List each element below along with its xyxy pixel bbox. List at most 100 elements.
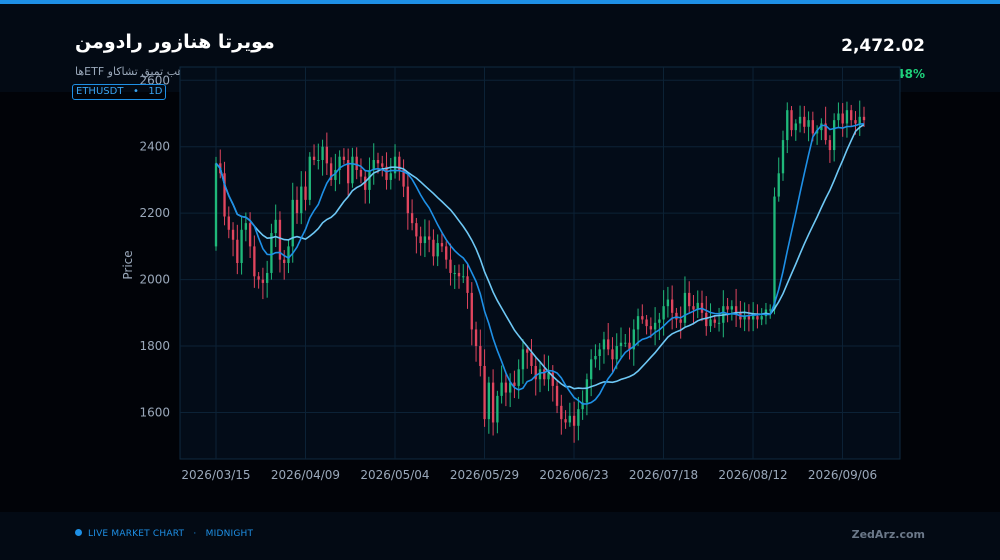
- candle-down: [381, 163, 384, 167]
- candle-down: [236, 239, 239, 263]
- footer-status: LIVE MARKET CHART · MIDNIGHT: [75, 529, 253, 539]
- candle-down: [713, 319, 716, 323]
- candle-down: [862, 116, 866, 121]
- candle-up: [837, 113, 840, 121]
- brand-label[interactable]: ZedArz.com: [852, 528, 925, 541]
- x-tick-label: 2026/05/04: [360, 468, 429, 482]
- candle-down: [295, 199, 299, 214]
- candle-down: [688, 292, 691, 307]
- candle-down: [756, 316, 759, 320]
- candle-down: [406, 186, 410, 214]
- candle-down: [611, 349, 614, 360]
- candle-up: [807, 120, 810, 127]
- candle-up: [308, 156, 311, 200]
- candle-down: [572, 415, 576, 426]
- candle-up: [594, 356, 597, 360]
- candle-down: [841, 113, 844, 124]
- candle-up: [717, 322, 721, 324]
- candle-up: [423, 236, 427, 244]
- candle-down: [850, 110, 853, 121]
- y-tick-label: 1600: [139, 405, 170, 419]
- candle-up: [265, 272, 269, 283]
- footer: LIVE MARKET CHART · MIDNIGHT ZedArz.com: [0, 512, 1000, 560]
- candle-up: [730, 306, 734, 310]
- candle-down: [474, 329, 478, 347]
- candle-down: [359, 169, 363, 177]
- candle-up: [653, 322, 657, 330]
- candle-down: [675, 312, 678, 320]
- candle-up: [462, 276, 465, 278]
- candle-up: [270, 233, 273, 273]
- candle-up: [777, 173, 780, 197]
- candle-up: [751, 316, 755, 320]
- candle-up: [666, 299, 670, 307]
- candle-up: [389, 173, 392, 180]
- candle-up: [773, 196, 776, 310]
- candle-up: [598, 349, 601, 357]
- candle-down: [491, 382, 495, 423]
- candle-up: [496, 395, 499, 423]
- x-tick-label: 2026/09/06: [808, 468, 877, 482]
- candle-down: [607, 339, 610, 350]
- candle-down: [419, 236, 422, 244]
- candle-down: [854, 120, 857, 124]
- candle-up: [798, 116, 802, 124]
- candle-up: [760, 316, 763, 320]
- candle-down: [670, 299, 674, 313]
- candle-up: [274, 219, 277, 234]
- candle-up: [658, 319, 661, 323]
- candle-down: [479, 346, 482, 366]
- candle-up: [577, 409, 580, 426]
- candle-down: [466, 276, 469, 293]
- candle-up: [351, 156, 354, 184]
- candle-up: [683, 292, 687, 323]
- x-tick-label: 2026/05/29: [450, 468, 519, 482]
- candle-down: [355, 156, 358, 170]
- x-tick-label: 2026/06/23: [539, 468, 608, 482]
- x-axis: 2026/03/15 2026/04/09 2026/05/04 2026/05/29…: [181, 468, 877, 482]
- candle-down: [253, 246, 256, 277]
- candle-up: [615, 346, 618, 360]
- candle-up: [453, 272, 456, 274]
- candle-up: [291, 199, 294, 247]
- candle-up: [624, 342, 627, 344]
- candle-down: [449, 259, 452, 273]
- y-axis-title: Price: [121, 250, 135, 279]
- candle-up: [517, 369, 520, 386]
- candle-up: [589, 359, 593, 380]
- candle-down: [376, 160, 380, 164]
- candle-down: [427, 236, 431, 240]
- status-label: LIVE MARKET CHART: [88, 529, 185, 539]
- candle-down: [526, 349, 529, 353]
- candle-down: [304, 186, 307, 200]
- candle-down: [432, 239, 435, 257]
- y-axis: 160018002000220024002600: [139, 73, 170, 419]
- candle-up: [709, 319, 712, 327]
- x-tick-label: 2026/04/09: [271, 468, 340, 482]
- candle-up: [521, 349, 525, 370]
- candle-down: [283, 259, 286, 263]
- candle-up: [794, 123, 797, 131]
- candle-up: [845, 110, 849, 124]
- candle-down: [790, 110, 793, 131]
- candle-down: [726, 306, 729, 310]
- candle-down: [828, 140, 832, 151]
- candle-down: [342, 156, 346, 161]
- y-tick-label: 2200: [139, 206, 170, 220]
- candle-down: [803, 116, 806, 127]
- candle-up: [832, 120, 836, 151]
- candle-up: [287, 246, 290, 263]
- candle-down: [325, 146, 329, 164]
- candle-down: [445, 246, 448, 260]
- candle-down: [410, 213, 414, 224]
- candle-up: [244, 223, 248, 230]
- candle-down: [641, 316, 644, 320]
- pair-symbol: ETHUSDT: [76, 86, 124, 97]
- pair-badge[interactable]: ETHUSDT • 1D: [72, 84, 167, 100]
- candle-down: [530, 352, 533, 366]
- candle-down: [415, 223, 418, 237]
- live-dot-icon: [75, 529, 82, 536]
- candle-down: [248, 223, 252, 247]
- candle-down: [440, 243, 444, 247]
- candle-up: [786, 110, 789, 141]
